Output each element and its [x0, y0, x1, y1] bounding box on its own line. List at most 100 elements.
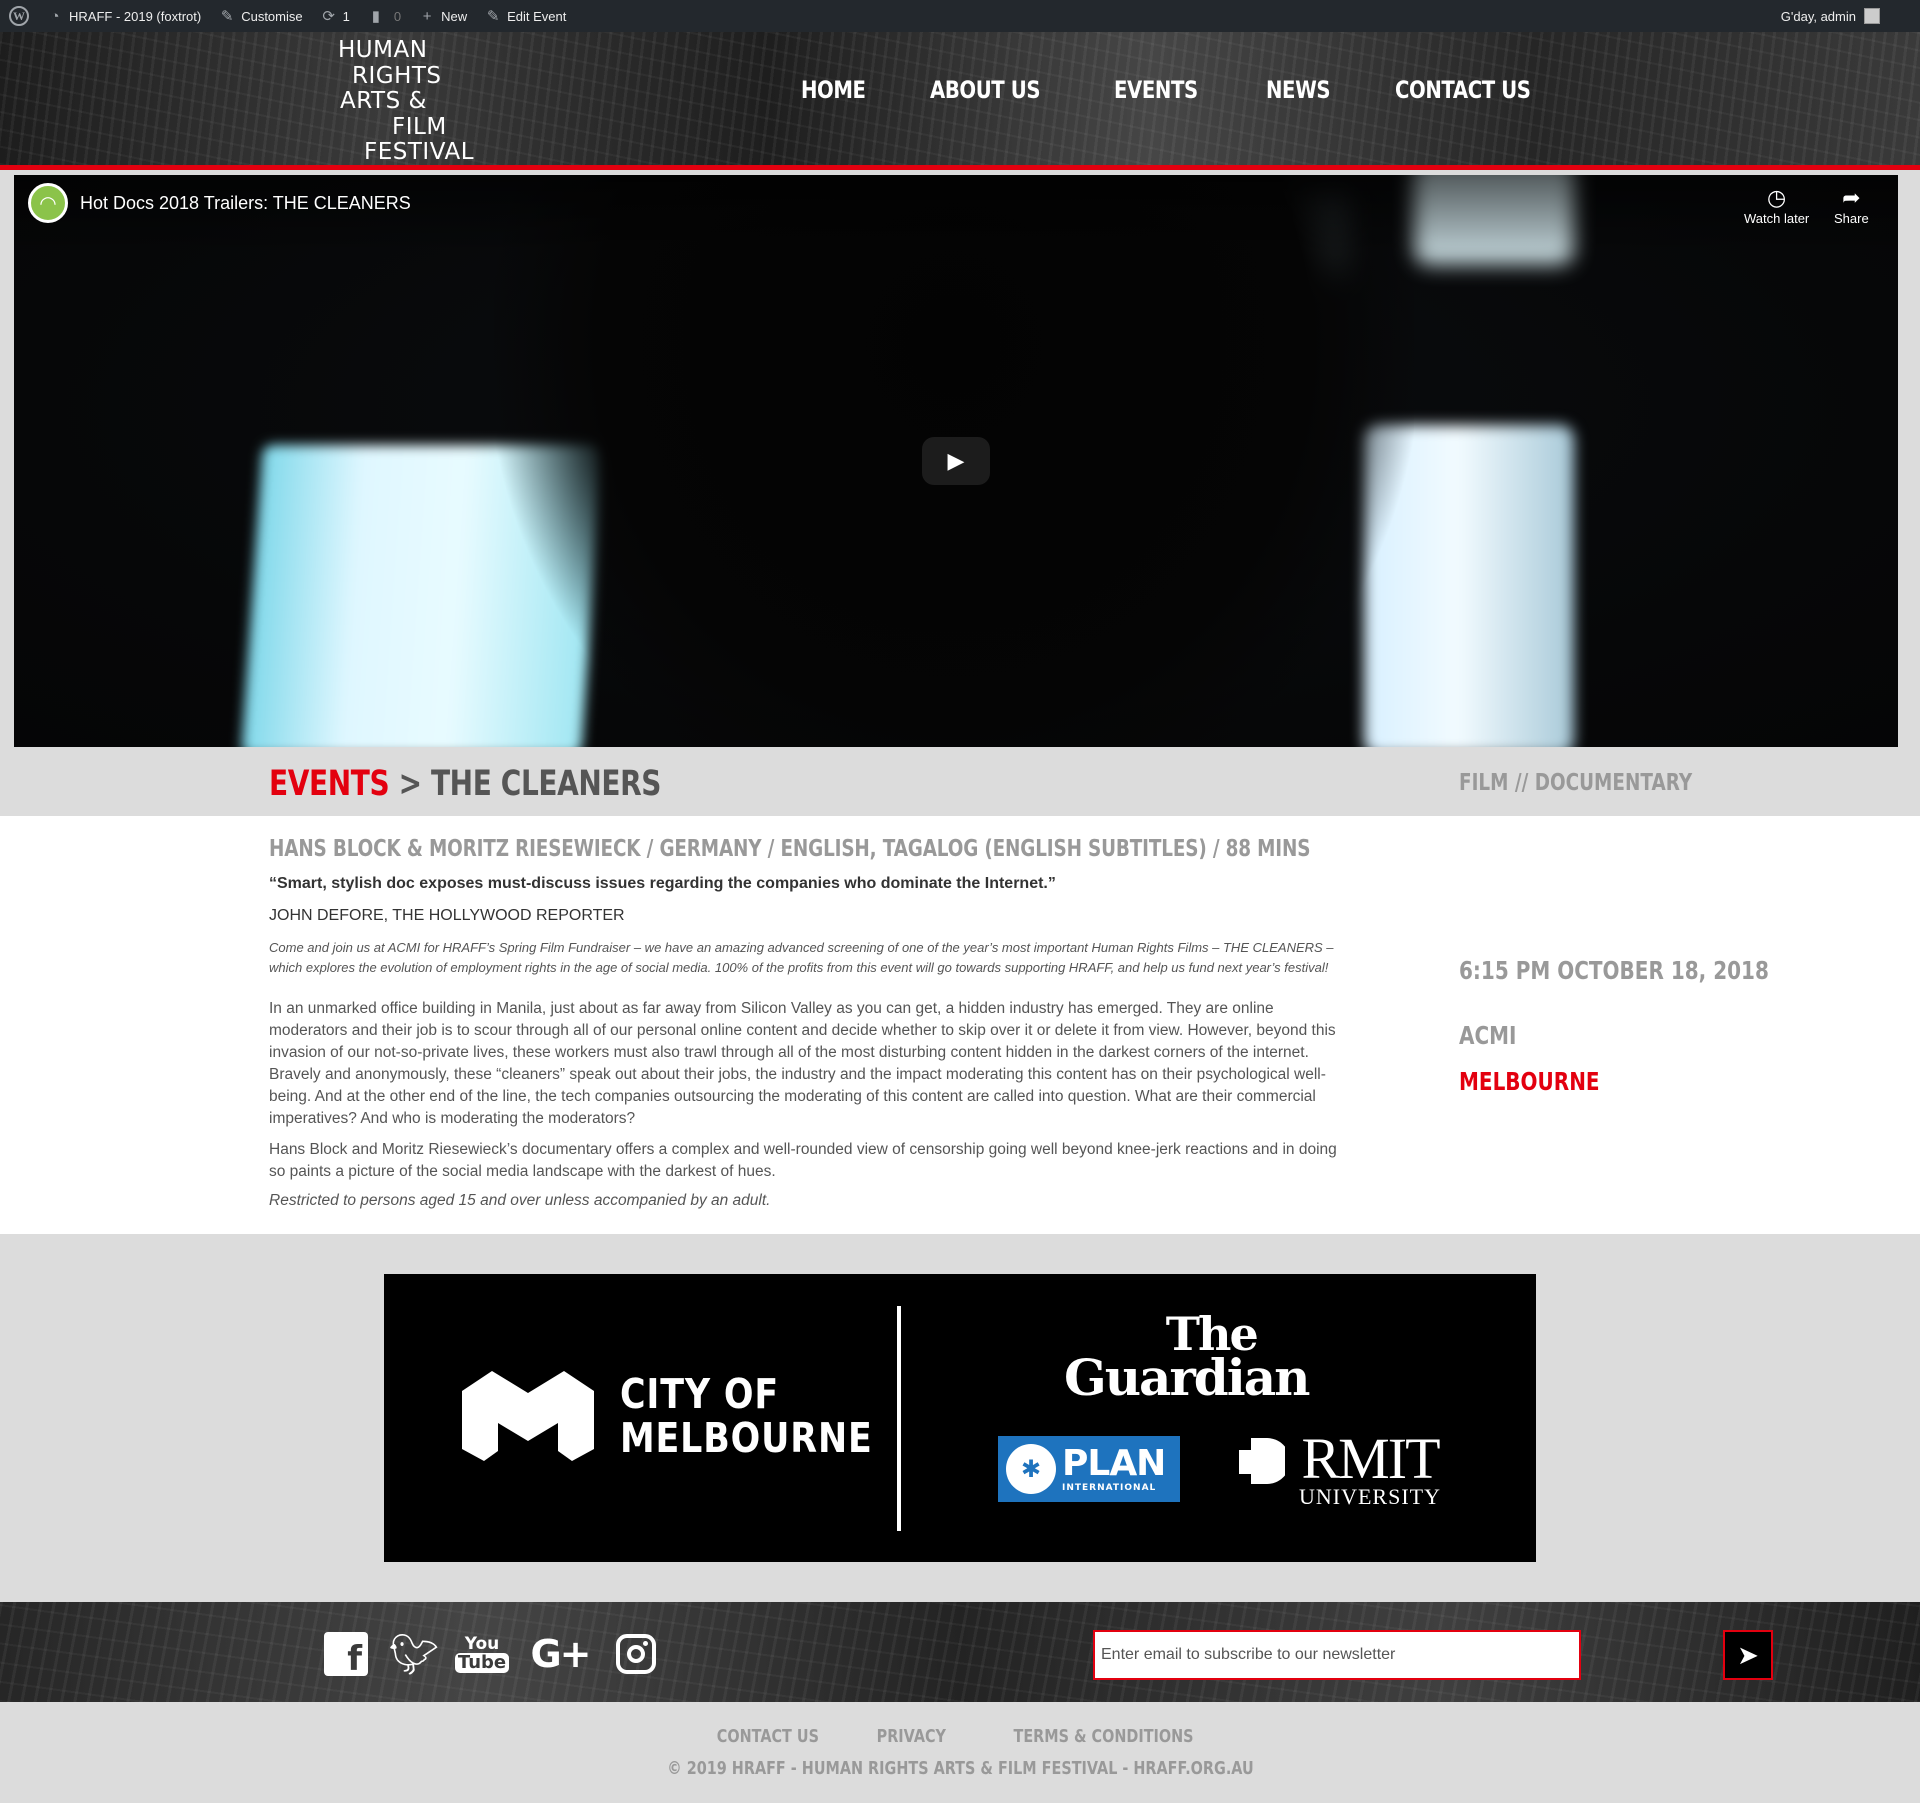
customise-label: Customise	[241, 8, 303, 24]
rmit-name: RMIT	[1301, 1426, 1441, 1491]
watch-later-button[interactable]: ◷ Watch later	[1744, 185, 1809, 226]
event-description-2: Hans Block and Moritz Riesewieck’s docum…	[269, 1141, 1337, 1180]
copyright-text: © 2019 HRAFF - HUMAN RIGHTS ARTS & FILM …	[666, 1758, 1254, 1779]
event-datetime: 6:15 PM OCTOBER 18, 2018	[1459, 956, 1769, 985]
footer-bottom: CONTACT US PRIVACY TERMS & CONDITIONS © …	[0, 1702, 1920, 1803]
rmit-logo: RMIT UNIVERSITY	[1239, 1426, 1441, 1510]
instagram-icon[interactable]	[616, 1634, 656, 1674]
city-of-melbourne-text: CITY OF MELBOURNE	[620, 1372, 873, 1460]
site-logo[interactable]: HUMAN RIGHTS ARTS & FILM FESTIVAL	[338, 37, 488, 165]
channel-avatar-icon[interactable]: ◠	[28, 183, 68, 223]
avatar	[1864, 8, 1880, 24]
nav-about-us[interactable]: ABOUT US	[930, 76, 1041, 104]
share-icon: ➦	[1842, 185, 1861, 210]
googleplus-icon[interactable]: G+	[528, 1632, 592, 1676]
event-credits: HANS BLOCK & MORITZ RIESEWIECK / GERMANY…	[269, 836, 1311, 862]
logo-line: HUMAN	[338, 37, 428, 63]
rmit-sub: UNIVERSITY	[1299, 1484, 1441, 1509]
edit-event-link[interactable]: ✎ Edit Event	[476, 0, 575, 32]
site-header: HUMAN RIGHTS ARTS & FILM FESTIVAL HOME A…	[0, 32, 1920, 170]
age-restriction: Restricted to persons aged 15 and over u…	[269, 1192, 771, 1209]
review-quote: “Smart, stylish doc exposes must-discuss…	[269, 875, 1056, 892]
youtube-top: You	[464, 1633, 500, 1654]
plan-international-logo: ✱ PLAN INTERNATIONAL	[998, 1436, 1180, 1502]
edit-event-label: Edit Event	[507, 8, 567, 24]
breadcrumb-events-link[interactable]: EVENTS	[269, 764, 390, 804]
guardian-logo: The Guardian	[1064, 1311, 1310, 1403]
share-label: Share	[1834, 211, 1869, 226]
play-icon: ▶	[947, 448, 965, 473]
sponsor-divider	[897, 1306, 901, 1531]
site-footer: f 🐦︎ You Tube G+ ➤	[0, 1602, 1920, 1702]
greeting: G'day, admin	[1780, 8, 1856, 24]
clock-icon: ◷	[1767, 185, 1787, 210]
watch-later-label: Watch later	[1744, 211, 1810, 226]
admin-bar: W ◔ HRAFF - 2019 (foxtrot) ✎ Customise ⟳ 1 …	[0, 0, 1920, 32]
event-intro: Come and join us at ACMI for HRAFF’s Spr…	[269, 940, 1334, 975]
plan-figure-icon: ✱	[1006, 1444, 1056, 1494]
copyright: © 2019 HRAFF - HUMAN RIGHTS ARTS & FILM …	[0, 1758, 1920, 1779]
comment-icon: ▮	[371, 8, 380, 25]
nav-home[interactable]: HOME	[801, 76, 866, 104]
logo-line: FESTIVAL	[364, 139, 475, 165]
video-player[interactable]: ◠ Hot Docs 2018 Trailers: THE CLEANERS ◷…	[14, 175, 1898, 747]
social-links: f 🐦︎ You Tube G+	[324, 1632, 656, 1677]
plan-name: PLAN	[1062, 1442, 1166, 1484]
footer-contact-link[interactable]: CONTACT US	[704, 1726, 832, 1747]
event-description: In an unmarked office building in Manila…	[269, 1000, 1336, 1127]
site-name-link[interactable]: ◔ HRAFF - 2019 (foxtrot)	[38, 0, 210, 32]
updates-link[interactable]: ⟳ 1	[312, 0, 359, 32]
plus-icon: +	[422, 7, 432, 25]
new-label: New	[441, 8, 468, 24]
page-title: THE CLEANERS	[430, 764, 662, 804]
nav-events[interactable]: EVENTS	[1114, 76, 1198, 104]
nav-news[interactable]: NEWS	[1266, 76, 1331, 104]
updates-count: 1	[342, 8, 350, 24]
comments-count: 0	[393, 8, 402, 24]
wordpress-menu[interactable]: W	[0, 0, 38, 32]
newsletter-submit-button[interactable]: ➤	[1723, 1630, 1773, 1680]
youtube-icon[interactable]: You Tube	[454, 1632, 510, 1676]
plan-sub: INTERNATIONAL	[1062, 1482, 1157, 1493]
footer-privacy-link[interactable]: PRIVACY	[868, 1726, 955, 1747]
pencil-icon: ✎	[486, 8, 500, 25]
updates-icon: ⟳	[322, 8, 335, 25]
event-city: MELBOURNE	[1459, 1067, 1600, 1096]
facebook-icon[interactable]: f	[324, 1632, 368, 1676]
footer-link-label: PRIVACY	[876, 1726, 946, 1747]
site-name: HRAFF - 2019 (foxtrot)	[69, 8, 202, 24]
cm-line: CITY OF	[620, 1370, 780, 1418]
logo-line: FILM	[392, 113, 447, 140]
breadcrumb-separator: >	[398, 764, 422, 804]
share-button[interactable]: ➦ Share	[1834, 185, 1869, 226]
guardian-line: Guardian	[1064, 1348, 1310, 1407]
breadcrumb: EVENTS > THE CLEANERS	[269, 764, 661, 804]
video-title[interactable]: Hot Docs 2018 Trailers: THE CLEANERS	[80, 193, 411, 214]
footer-link-label: CONTACT US	[717, 1726, 820, 1747]
event-genre: FILM // DOCUMENTARY	[1459, 770, 1693, 796]
rmit-text: RMIT UNIVERSITY	[1299, 1426, 1441, 1510]
footer-links: CONTACT US PRIVACY TERMS & CONDITIONS	[0, 1726, 1920, 1747]
nav-contact-us[interactable]: CONTACT US	[1395, 76, 1531, 104]
review-source: JOHN DEFORE, THE HOLLYWOOD REPORTER	[269, 907, 625, 924]
event-content: HANS BLOCK & MORITZ RIESEWIECK / GERMANY…	[0, 816, 1920, 1234]
cm-line: MELBOURNE	[620, 1414, 873, 1462]
sponsors-banner: CITY OF MELBOURNE The Guardian ✱ PLAN IN…	[384, 1274, 1536, 1562]
event-venue: ACMI	[1459, 1021, 1517, 1050]
newsletter-email-input[interactable]	[1093, 1630, 1581, 1680]
play-button[interactable]: ▶	[922, 437, 990, 485]
city-of-melbourne-m-icon	[462, 1371, 594, 1461]
new-content-link[interactable]: + New	[410, 0, 476, 32]
comments-link[interactable]: ▮ 0	[359, 0, 410, 32]
event-title-strip: EVENTS > THE CLEANERS FILM // DOCUMENTAR…	[0, 747, 1920, 816]
main-nav: HOME ABOUT US EVENTS NEWS CONTACT US	[801, 76, 1560, 104]
account-menu[interactable]: G'day, admin	[1772, 0, 1920, 32]
dashboard-icon: ◔	[50, 7, 60, 25]
customise-link[interactable]: ✎ Customise	[210, 0, 311, 32]
wordpress-icon: W	[9, 6, 29, 26]
footer-terms-link[interactable]: TERMS & CONDITIONS	[991, 1726, 1216, 1747]
brush-icon: ✎	[220, 8, 234, 25]
plan-text: PLAN INTERNATIONAL	[1062, 1442, 1166, 1493]
twitter-icon[interactable]: 🐦︎	[389, 1632, 440, 1677]
logo-line: ARTS &	[340, 88, 427, 114]
